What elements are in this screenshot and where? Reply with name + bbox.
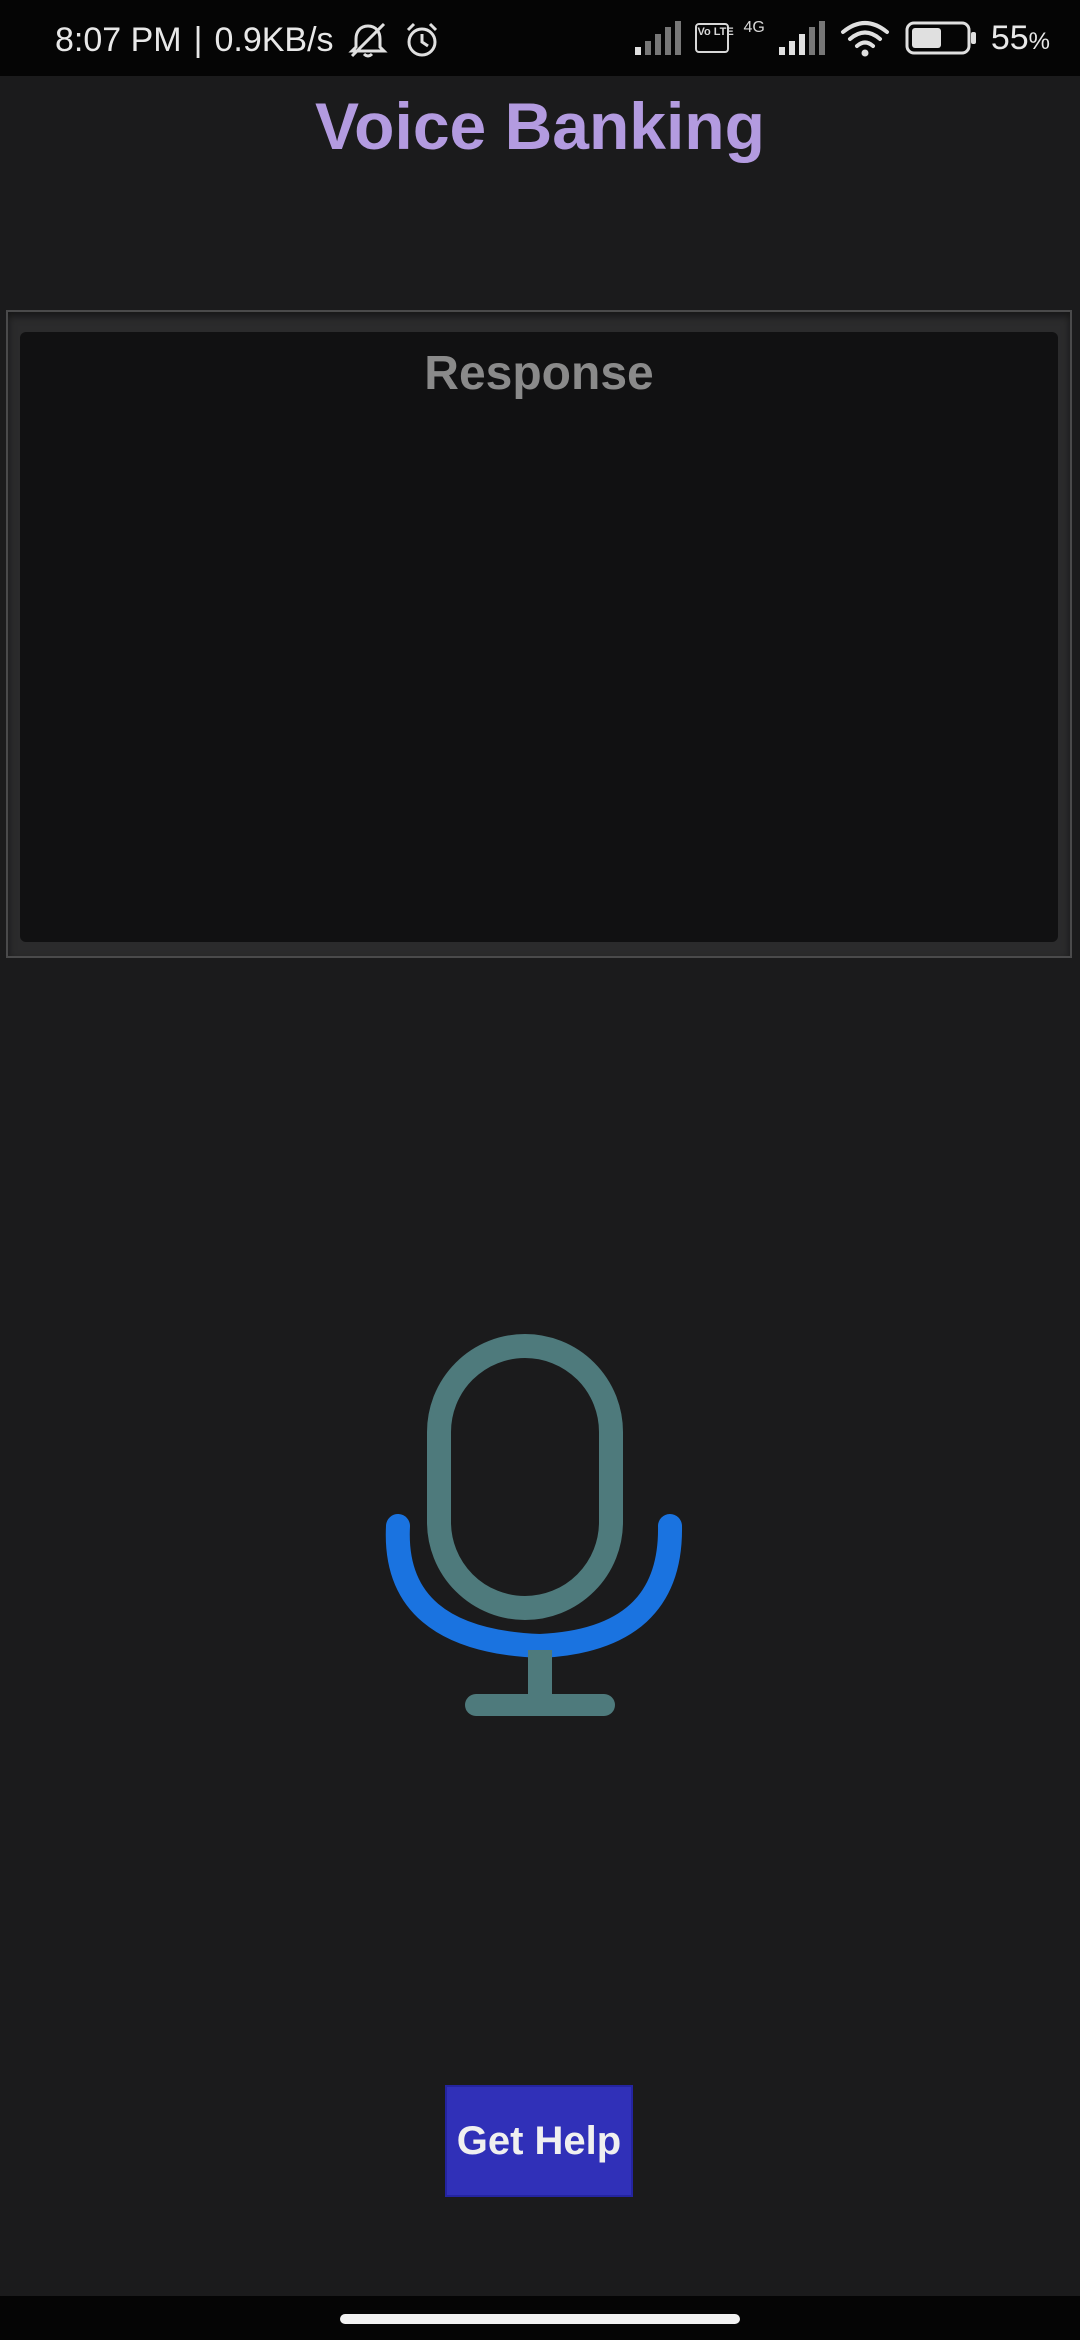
battery-icon bbox=[905, 21, 977, 55]
navigation-bar bbox=[0, 2296, 1080, 2340]
response-label: Response bbox=[424, 347, 654, 400]
signal-icon bbox=[635, 21, 682, 55]
status-separator: | bbox=[193, 20, 203, 59]
battery-fill bbox=[911, 28, 941, 48]
battery-percent: 55% bbox=[990, 18, 1050, 57]
status-left: 8:07 PM | 0.9KB/s bbox=[55, 20, 442, 60]
wifi-icon bbox=[839, 18, 891, 58]
status-time: 8:07 PM bbox=[55, 20, 182, 59]
microphone-icon bbox=[385, 1334, 683, 1716]
voice-banking-screen: 8:07 PM | 0.9KB/s Vo LTE 4G 55% Voice Ba… bbox=[0, 0, 1080, 2340]
status-bar: 8:07 PM | 0.9KB/s Vo LTE 4G 55% bbox=[0, 0, 1080, 76]
signal-icon bbox=[778, 21, 825, 55]
response-panel: Response bbox=[6, 310, 1072, 958]
network-type: 4G bbox=[743, 19, 765, 36]
mute-icon bbox=[346, 20, 390, 60]
home-indicator[interactable] bbox=[340, 2314, 740, 2324]
network-speed: 0.9KB/s bbox=[214, 20, 334, 59]
battery-unit: % bbox=[1028, 27, 1050, 55]
get-help-button[interactable]: Get Help bbox=[445, 2085, 633, 2197]
status-right: Vo LTE 4G 55% bbox=[635, 18, 1050, 58]
response-area: Response bbox=[20, 332, 1058, 942]
alarm-icon bbox=[402, 20, 442, 60]
volte-icon: Vo LTE bbox=[695, 23, 734, 53]
microphone-button[interactable] bbox=[380, 1320, 700, 1740]
page-title: Voice Banking bbox=[315, 89, 765, 163]
